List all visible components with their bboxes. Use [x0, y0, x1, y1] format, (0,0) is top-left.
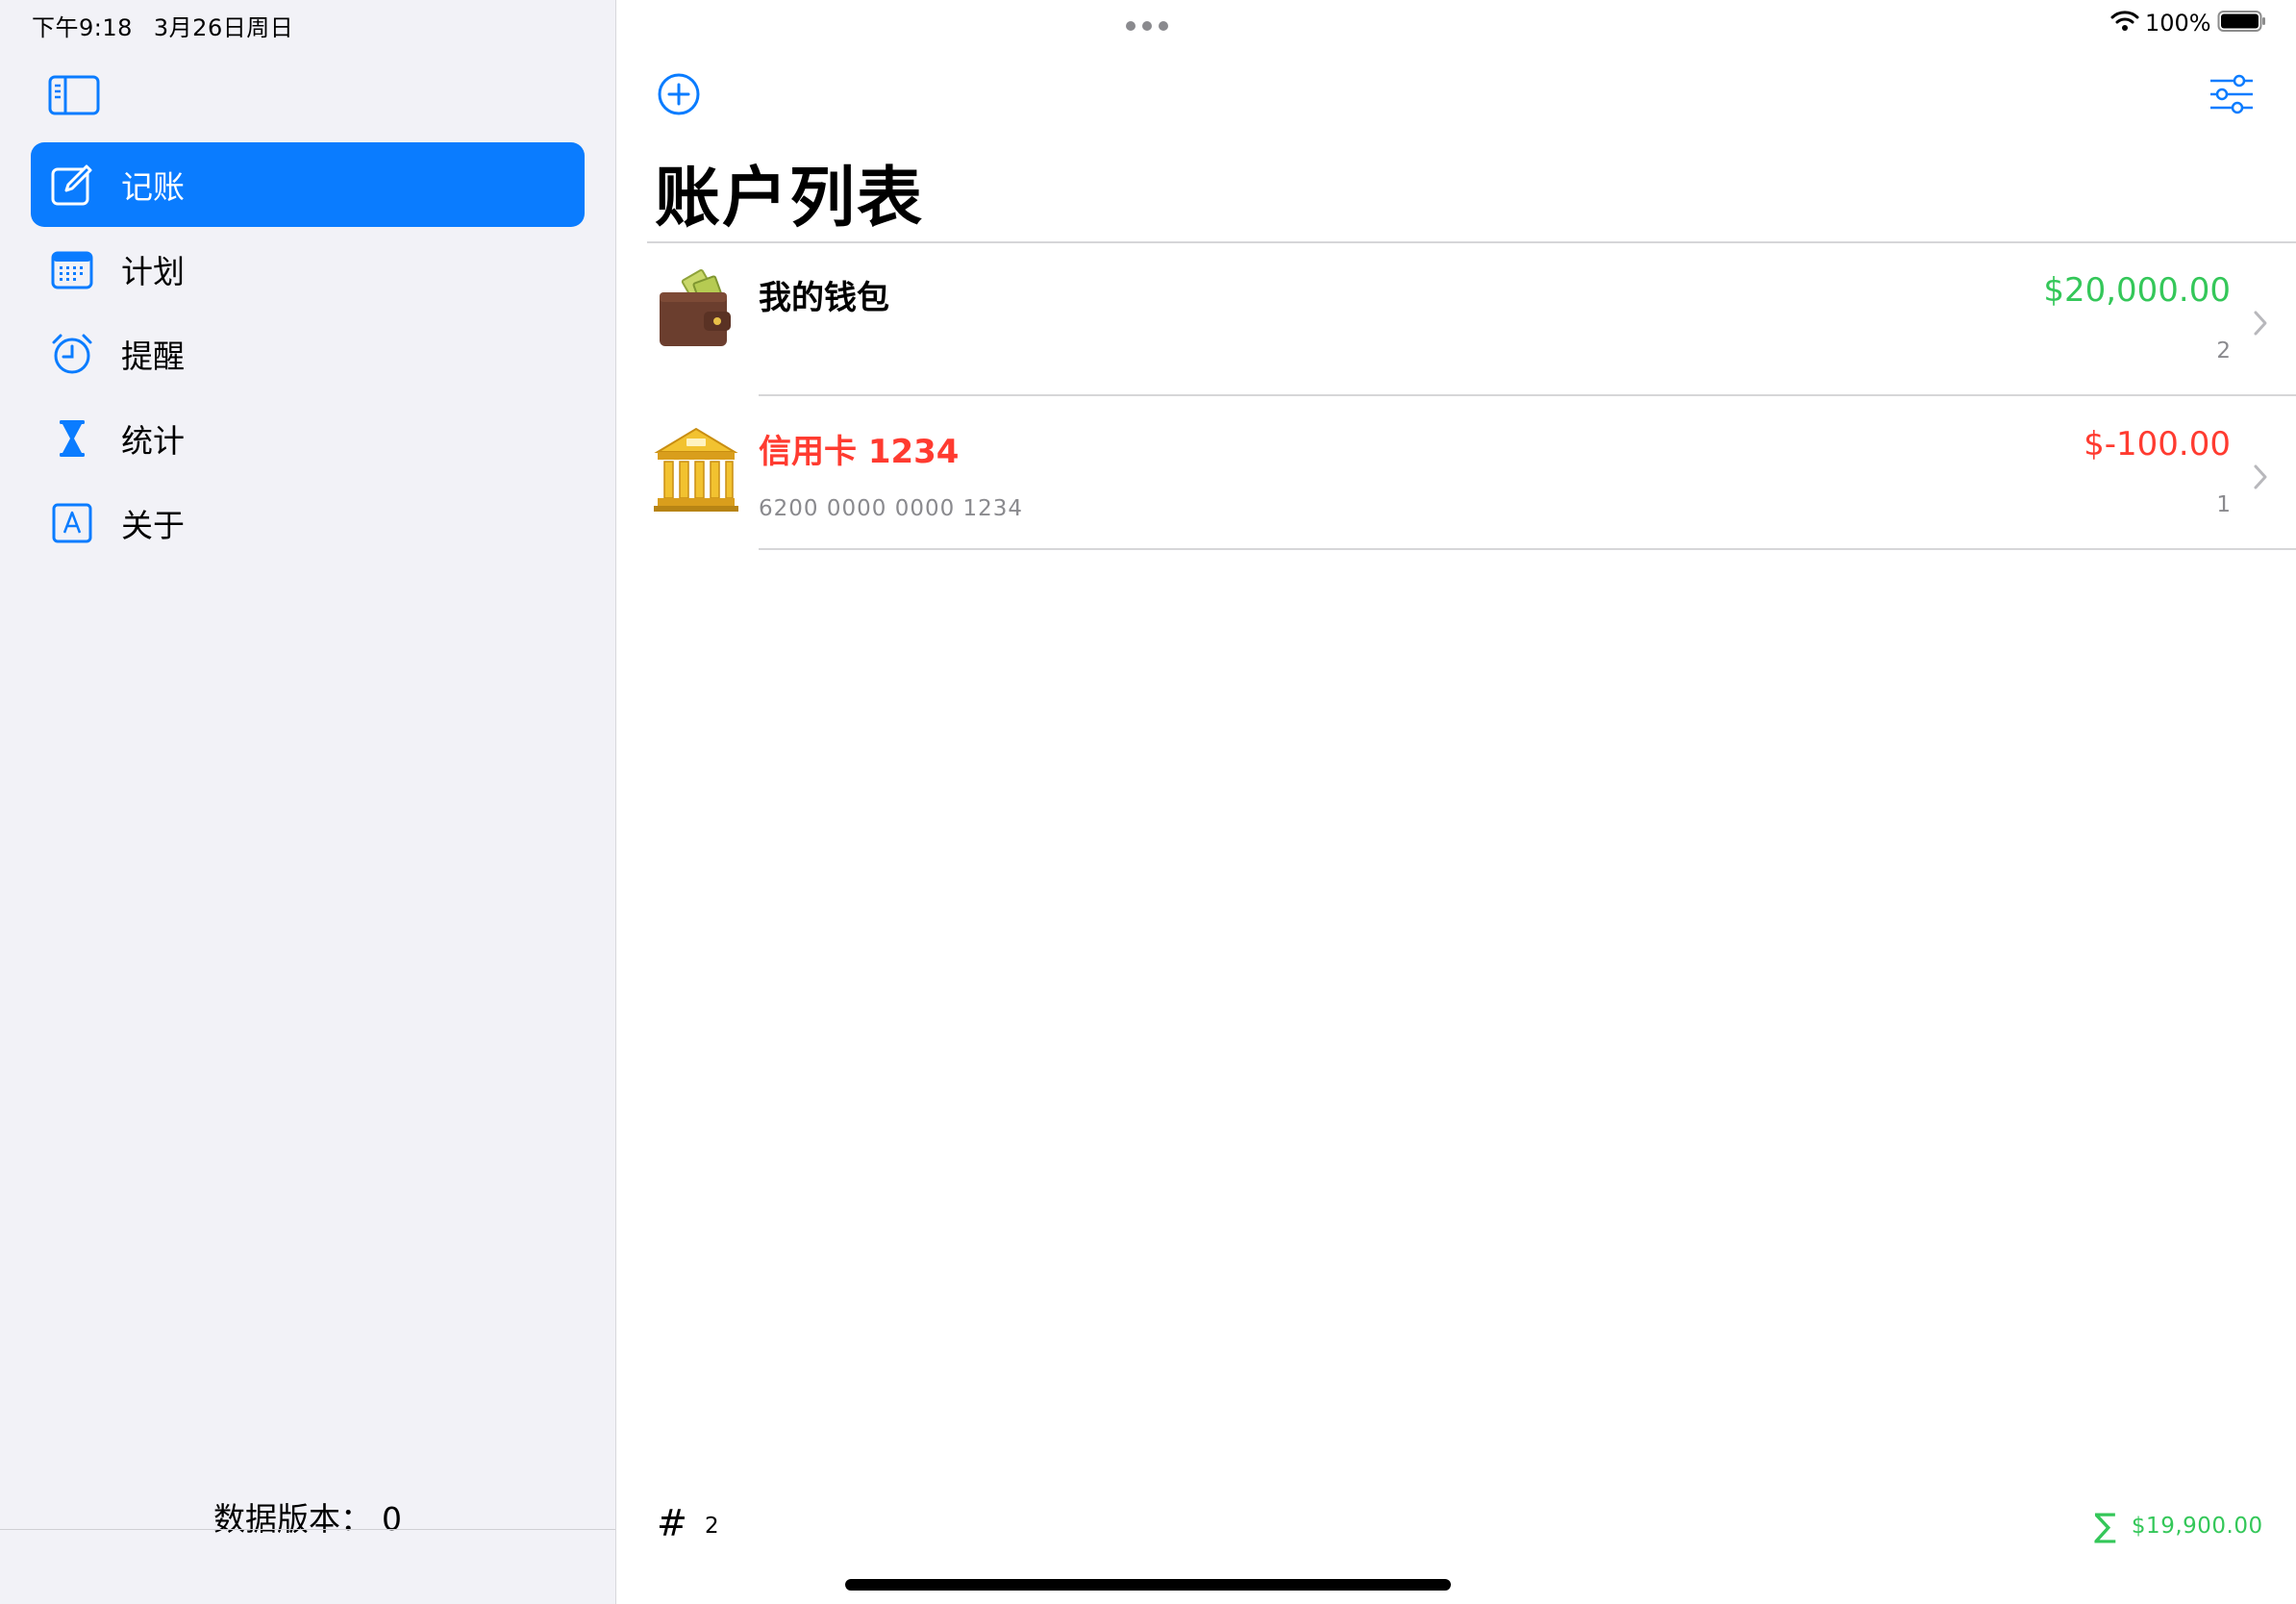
sidebar-item-statistics[interactable]: 统计 — [31, 396, 585, 481]
account-transaction-count: 1 — [2216, 492, 2231, 517]
sidebar-item-label: 关于 — [121, 507, 185, 544]
wifi-icon — [2110, 10, 2139, 37]
account-row-credit-card[interactable]: 信用卡 1234 6200 0000 0000 1234 $-100.00 1 — [647, 396, 2296, 548]
sidebar-item-about[interactable]: 关于 — [31, 481, 585, 565]
account-row-wallet[interactable]: 我的钱包 $20,000.00 2 — [647, 242, 2296, 394]
sidebar-item-reminder[interactable]: 提醒 — [31, 312, 585, 396]
data-version: 数据版本： 0 — [0, 1493, 615, 1540]
account-count-hash-icon: # — [657, 1502, 687, 1544]
filter-settings-button[interactable] — [2209, 73, 2255, 115]
add-account-button[interactable] — [657, 72, 701, 116]
sidebar-item-label: 统计 — [121, 422, 185, 460]
data-version-label: 数据版本： — [213, 1500, 372, 1538]
chevron-right-icon — [2252, 464, 2269, 490]
sidebar-item-label: 提醒 — [121, 338, 185, 375]
total-balance: ∑ $19,900.00 — [2094, 1507, 2263, 1545]
calendar-icon — [50, 247, 94, 291]
alarm-clock-icon — [50, 332, 94, 376]
home-indicator[interactable] — [845, 1579, 1451, 1591]
sliders-icon — [2210, 74, 2253, 114]
total-balance-value: $19,900.00 — [2131, 1514, 2263, 1539]
row-divider — [759, 548, 2296, 550]
multitasking-dots-icon[interactable] — [1125, 17, 1169, 31]
account-balance: $-100.00 — [2084, 425, 2231, 464]
sidebar-item-label: 计划 — [121, 253, 185, 290]
sidebar-item-plan[interactable]: 计划 — [31, 227, 585, 312]
app-store-a-icon — [50, 501, 94, 545]
sidebar-item-label: 记账 — [121, 168, 185, 206]
battery-percent: 100% — [2145, 10, 2211, 37]
status-time-date: 下午9:18 3月26日周日 — [32, 9, 293, 42]
bank-icon — [652, 423, 740, 515]
account-card-number: 6200 0000 0000 1234 — [759, 496, 1024, 521]
status-indicators: 100% — [2110, 6, 2267, 40]
sigma-icon: ∑ — [2094, 1507, 2116, 1545]
plus-circle-icon — [658, 73, 700, 115]
sidebar-divider — [0, 1529, 615, 1530]
sidebar-item-bookkeeping[interactable]: 记账 — [31, 142, 585, 227]
status-time: 下午9:18 — [32, 14, 133, 41]
battery-icon — [2217, 10, 2267, 37]
chevron-right-icon — [2252, 310, 2269, 337]
sidebar: 下午9:18 3月26日周日 记账 计划 提醒 统计 关于 数据版本： 0 — [0, 0, 616, 1604]
square-pencil-icon — [50, 163, 94, 207]
account-count: 2 — [705, 1514, 719, 1539]
status-date: 3月26日周日 — [153, 14, 294, 41]
wallet-icon — [652, 269, 740, 362]
sidebar-toggle-icon[interactable] — [48, 75, 100, 115]
hourglass-icon — [50, 416, 94, 461]
account-transaction-count: 2 — [2216, 338, 2231, 363]
page-title: 账户列表 — [655, 161, 925, 237]
account-balance: $20,000.00 — [2043, 271, 2231, 310]
account-name: 我的钱包 — [759, 279, 889, 317]
data-version-value: 0 — [382, 1500, 402, 1538]
account-name: 信用卡 1234 — [759, 433, 960, 471]
